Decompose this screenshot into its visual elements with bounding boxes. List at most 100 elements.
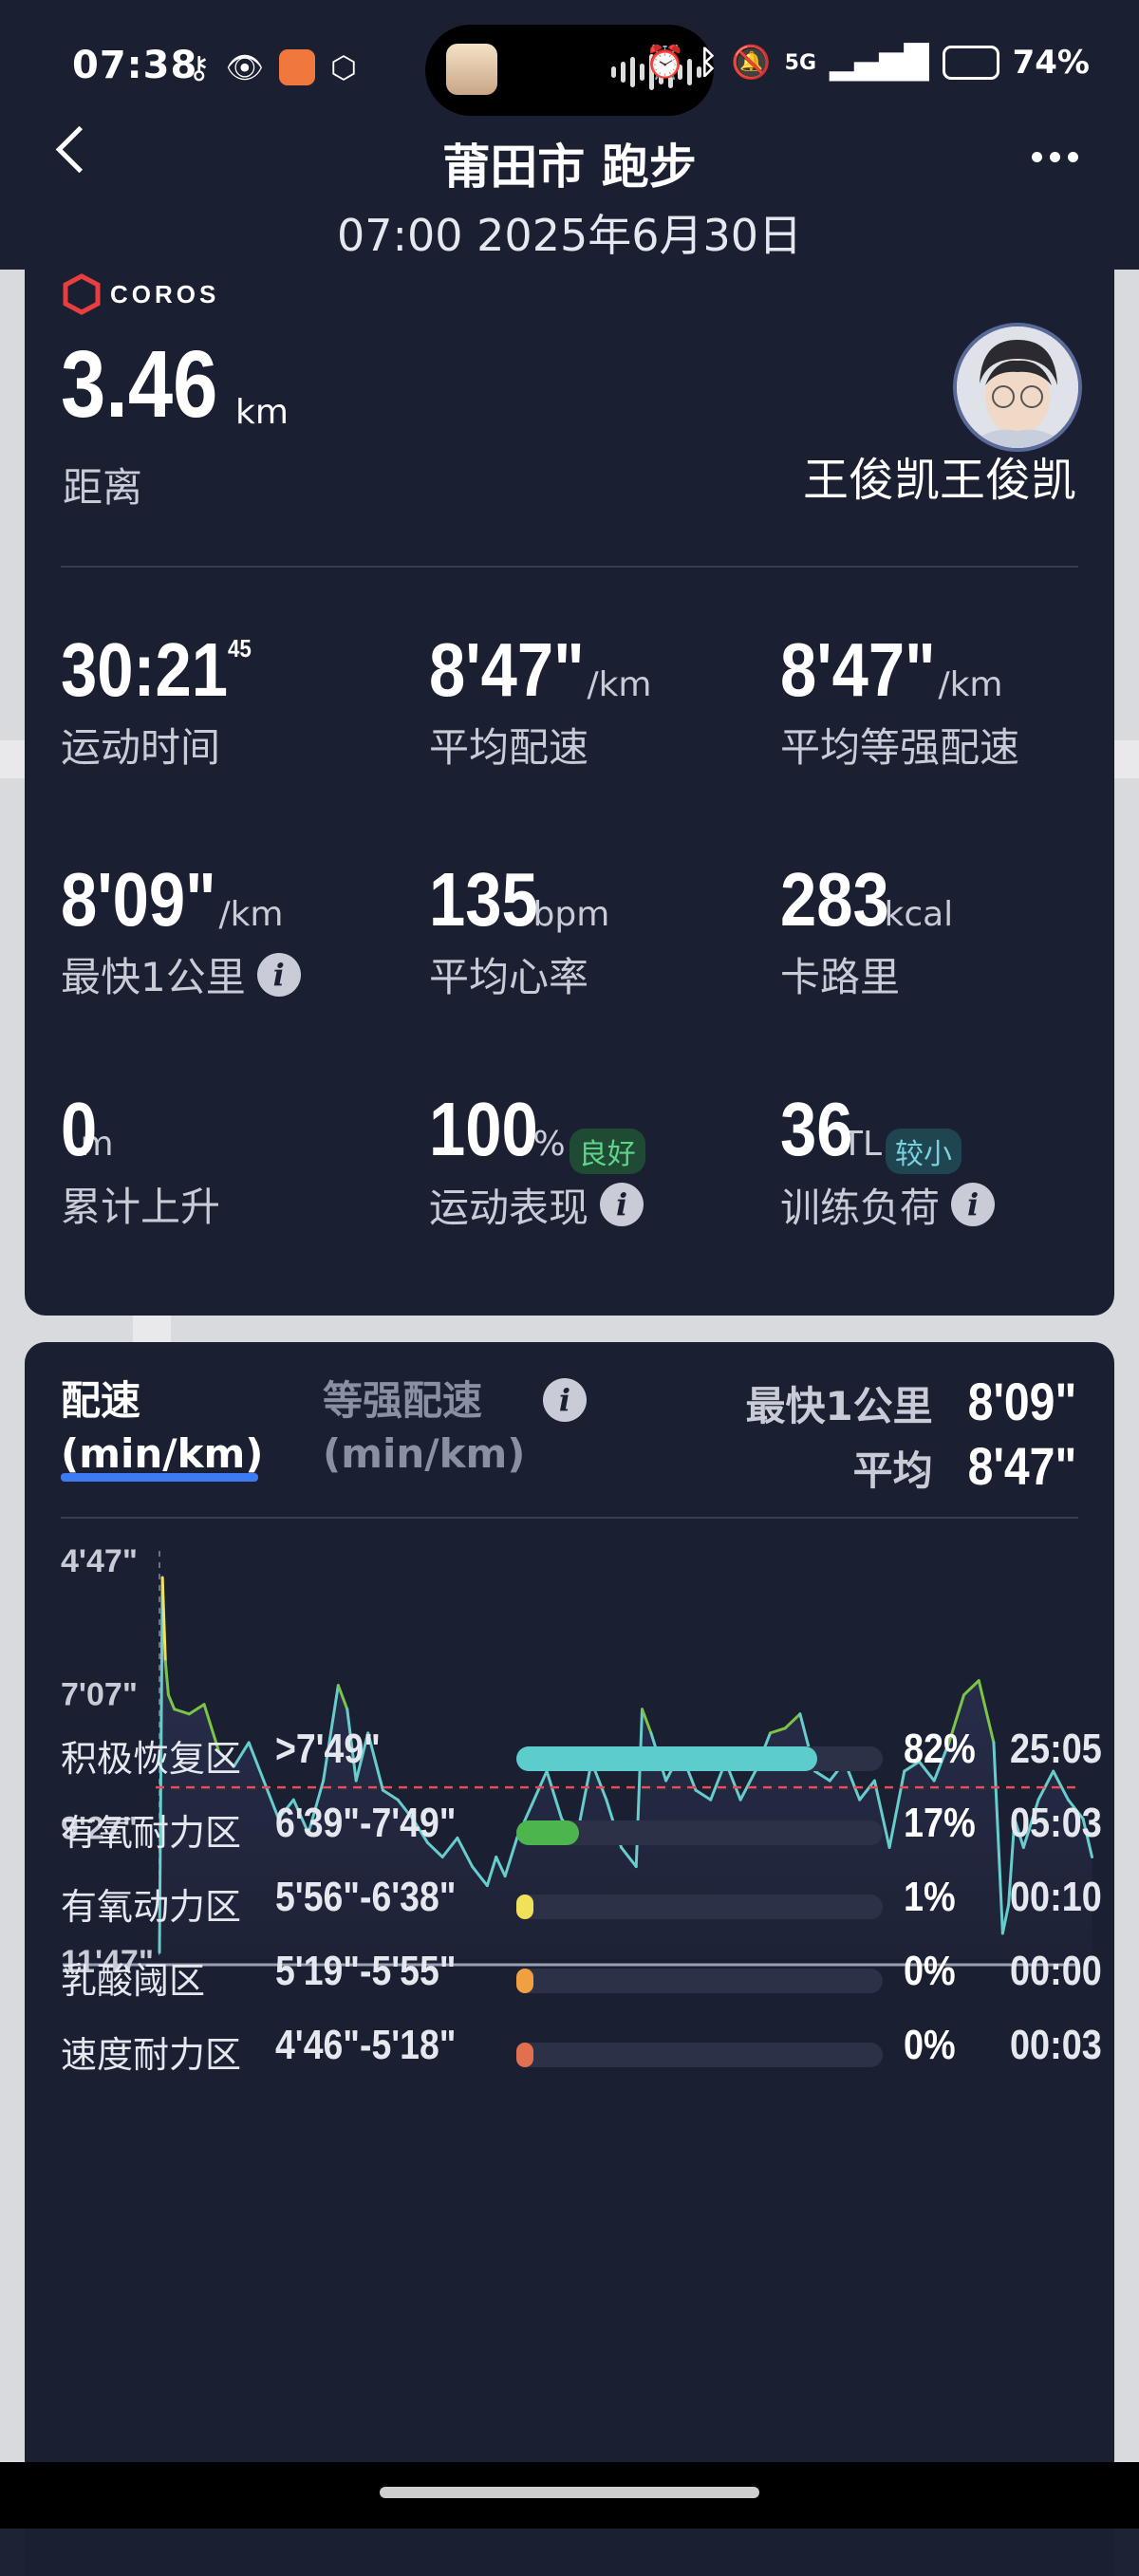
zone-bar-track [516,2043,883,2067]
zone-percent: 17% [904,1800,976,1846]
zone-time: 00:03 [1010,2022,1102,2068]
tab-adjusted-pace[interactable]: 等强配速 (min/km) [323,1374,526,1481]
zone-range: 6'39"-7'49" [275,1800,457,1846]
y-tick-label: 7'07" [61,1677,138,1713]
stat-unit: bpm [532,895,610,934]
average-label: 平均 [852,1447,933,1494]
stat-unit: /km [938,665,1003,704]
more-options-button[interactable] [1032,152,1078,162]
stat-unit: /km [587,665,652,704]
tab-label: 配速 [61,1377,141,1424]
divider [61,1517,1078,1519]
zone-time: 05:03 [1010,1800,1102,1846]
fastest-km-summary: 最快1公里 8'09" [745,1371,1076,1432]
stat-avg-adjusted-pace: 8'47"/km 平均等强配速 [780,626,1122,774]
status-right-icons: ⏰ ᛒ 🔕 5G ▂▄▆█ 74% [645,44,1090,82]
info-icon[interactable]: i [600,1183,644,1226]
zone-row: 积极恢复区 >7'49" 82% 25:05 [61,1726,1105,1783]
zone-bar-track [516,1820,883,1845]
eye-icon: 👁 [225,49,265,85]
zone-range: 5'19"-5'55" [275,1948,457,1994]
brand-logo: COROS [61,273,219,315]
pace-card: 配速 (min/km) 等强配速 (min/km) i 最快1公里 8'09" … [25,1342,1114,2576]
battery-percent: 74% [1012,44,1090,82]
tab-pace[interactable]: 配速 (min/km) [61,1374,264,1481]
zone-name: 积极恢复区 [61,1738,242,1780]
avatar-image [957,327,1078,448]
stat-label: 累计上升 [61,1184,221,1230]
stat-value: 8'47" [780,627,936,712]
distance-unit: km [235,393,289,432]
stat-unit: /km [218,895,284,934]
stat-label: 运动表现 [429,1184,589,1231]
zone-bar-fill [516,1895,533,1919]
status-badge: 良好 [569,1128,645,1174]
zone-bar-track [516,1969,883,1993]
brand-name: COROS [110,279,220,308]
distance-label: 距离 [63,464,143,511]
active-tab-indicator [61,1473,258,1482]
zone-name: 有氧耐力区 [61,1812,242,1854]
stat-value: 36 [780,1087,853,1171]
zone-percent: 1% [904,1874,956,1920]
system-nav-bar [0,2462,1139,2529]
stat-label: 训练负荷 [780,1184,941,1231]
stat-value: 100 [429,1087,538,1171]
network-label: 5G [784,50,817,75]
stat-label: 卡路里 [780,954,901,1000]
zone-time: 00:00 [1010,1948,1102,1994]
stat-value: 8'47" [429,627,585,712]
zone-row: 乳酸阈区 5'19"-5'55" 0% 00:00 [61,1948,1105,2005]
info-icon[interactable]: i [256,952,301,997]
stat-performance: 100% 良好 运动表现 i [429,1086,771,1234]
zone-bar-track [516,1746,883,1771]
zone-name: 乳酸阈区 [61,1960,206,2002]
bluetooth-icon: ᛒ [698,44,719,82]
zone-bar-fill [516,1746,817,1771]
battery-icon [942,46,999,80]
zone-bar-fill [516,1969,533,1993]
stat-calories: 283kcal 卡路里 [780,856,1122,1003]
top-header: 07:38 ⚷ 👁 ⬡ ⏰ ᛒ 🔕 5G ▂▄▆█ 74% 莆田市 跑步 07:… [0,0,1139,270]
stat-label: 运动时间 [61,724,221,771]
avatar[interactable] [953,323,1082,452]
coros-logo-icon [63,273,101,315]
distance-value: 3.46 [61,331,218,438]
zone-row: 有氧耐力区 6'39"-7'49" 17% 05:03 [61,1800,1105,1857]
info-icon[interactable]: i [951,1183,996,1226]
stat-label: 平均心率 [429,954,589,1000]
stat-value: 0 [61,1087,98,1171]
tab-label: 等强配速 [323,1377,483,1424]
zone-percent: 0% [904,2022,956,2068]
mute-icon: 🔕 [731,44,772,82]
summary-card: COROS 3.46 km 距离 王俊凯王俊凯 30:2145 运动时间 8'4… [25,256,1114,1316]
fastest-value: 8'09" [967,1372,1076,1431]
info-icon[interactable]: i [543,1378,587,1422]
signal-icon: ▂▄▆█ [830,44,929,82]
tab-label-unit: (min/km) [323,1430,526,1477]
fastest-label: 最快1公里 [745,1383,933,1429]
stat-value: 30:2145 [61,627,252,712]
average-value: 8'47" [967,1436,1076,1496]
zone-name: 有氧动力区 [61,1886,242,1928]
alarm-icon: ⏰ [644,44,685,82]
home-indicator[interactable] [380,2487,759,2498]
hexagon-icon: ⬡ [330,49,357,85]
zone-percent: 82% [904,1726,976,1772]
page-title: 莆田市 跑步 [442,140,697,195]
stat-label: 平均等强配速 [780,724,1020,771]
y-tick-label: 4'47" [61,1543,138,1579]
activity-datetime: 07:00 2025年6月30日 [336,210,803,261]
stat-value: 8'09" [61,857,216,942]
media-thumbnail [446,44,497,95]
status-left-icons: ⚷ 👁 ⬡ [188,49,357,85]
stat-label: 最快1公里 [61,954,246,1000]
zone-bar-track [516,1895,883,1919]
zone-range: 4'46"-5'18" [275,2022,457,2068]
stat-elevation-gain: 0m 累计上升 [61,1086,402,1233]
stat-avg-heart-rate: 135bpm 平均心率 [429,856,771,1003]
zone-range: >7'49" [275,1726,381,1772]
zone-range: 5'56"-6'38" [275,1874,457,1920]
zone-bar-fill [516,1820,579,1845]
zone-row: 有氧动力区 5'56"-6'38" 1% 00:10 [61,1874,1105,1931]
